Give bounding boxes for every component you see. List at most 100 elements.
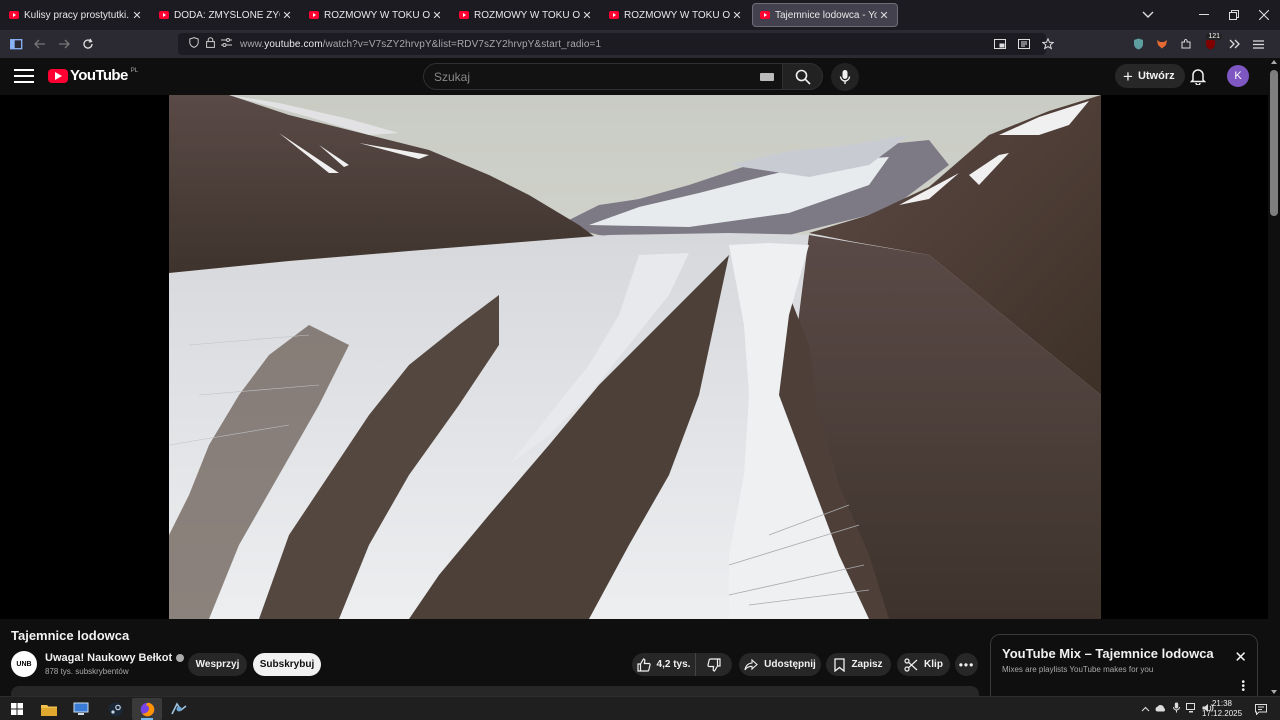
taskbar-clock[interactable]: 21:38 17.12.2025: [1202, 699, 1242, 719]
ublock-extension-icon[interactable]: 121: [1198, 32, 1222, 56]
microphone-tray-icon[interactable]: [1168, 702, 1184, 716]
fox-extension-icon[interactable]: [1150, 32, 1174, 56]
lock-icon[interactable]: [202, 37, 218, 51]
support-button[interactable]: Wesprzyj: [188, 653, 247, 676]
bookmark-icon: [834, 657, 846, 672]
browser-tab[interactable]: ROZMOWY W TOKU ODC. 2458 ✕: [602, 3, 750, 27]
reader-view-icon[interactable]: [1012, 32, 1036, 56]
app-icon[interactable]: [164, 698, 194, 720]
tab-close-icon[interactable]: ✕: [280, 9, 294, 22]
steam-icon[interactable]: [100, 698, 130, 720]
remote-desktop-icon[interactable]: [66, 698, 96, 720]
mix-subtitle: Mixes are playlists YouTube makes for yo…: [1002, 665, 1154, 674]
shield-extension-icon[interactable]: [1126, 32, 1150, 56]
browser-tab-active[interactable]: Tajemnice lodowca - YouTube ✕: [752, 3, 898, 27]
verified-badge-icon: [176, 654, 185, 662]
tab-close-icon[interactable]: ✕: [580, 9, 594, 22]
youtube-favicon-icon: [609, 11, 619, 19]
tab-close-icon[interactable]: ✕: [430, 9, 444, 22]
create-button[interactable]: + Utwórz: [1115, 64, 1185, 88]
youtube-favicon-icon: [159, 11, 169, 19]
clip-button[interactable]: Klip: [897, 653, 950, 676]
close-window-icon[interactable]: [1248, 0, 1280, 30]
windows-start-icon[interactable]: [2, 698, 32, 720]
scroll-down-arrow-icon[interactable]: [1271, 690, 1277, 694]
tab-title: Tajemnice lodowca - YouTube: [775, 9, 877, 21]
like-button[interactable]: 4,2 tys.: [632, 653, 696, 676]
browser-tab[interactable]: DODA: ZMYŚLONE ŻYCIE I KAR ✕: [152, 3, 300, 27]
share-label: Udostępnij: [764, 659, 816, 670]
page-scrollbar[interactable]: [1268, 58, 1280, 696]
close-mix-icon[interactable]: ✕: [1234, 648, 1247, 666]
save-button[interactable]: Zapisz: [826, 653, 891, 676]
mix-title: YouTube Mix – Tajemnice lodowca: [1002, 646, 1214, 661]
youtube-favicon-icon: [9, 11, 19, 19]
subscribe-button[interactable]: Subskrybuj: [253, 653, 321, 676]
tab-close-icon[interactable]: ✕: [877, 9, 891, 22]
overflow-chevrons-icon[interactable]: [1222, 32, 1246, 56]
extensions-puzzle-icon[interactable]: [1174, 32, 1198, 56]
browser-nav-bar: www.youtube.com/watch?v=V7sZY2hrvpY&list…: [0, 30, 1280, 58]
youtube-favicon-icon: [760, 11, 770, 19]
subscriber-count: 878 tys. subskrybentów: [45, 667, 129, 676]
channel-name-link[interactable]: Uwaga! Naukowy Bełkot: [45, 652, 185, 664]
reload-icon[interactable]: [76, 32, 100, 56]
clock-date: 17.12.2025: [1202, 709, 1243, 718]
notifications-bell-icon[interactable]: [1189, 67, 1208, 86]
search-button[interactable]: [783, 63, 823, 90]
notification-center-icon[interactable]: [1246, 698, 1276, 720]
save-label: Zapisz: [851, 659, 883, 670]
share-button[interactable]: Udostępnij: [739, 653, 821, 676]
youtube-logo[interactable]: YouTube PL: [48, 67, 138, 84]
clock-time: 21:38: [1211, 699, 1233, 708]
tab-list-chevron-down-icon[interactable]: [1132, 0, 1164, 30]
mix-menu-icon[interactable]: • • •: [1241, 678, 1245, 696]
keyboard-icon[interactable]: [760, 73, 774, 81]
network-icon[interactable]: [1184, 702, 1200, 716]
more-actions-button[interactable]: •••: [955, 653, 978, 676]
permissions-icon[interactable]: [218, 38, 234, 50]
browser-tab[interactable]: Kulisy pracy prostytutki. Cała p ✕: [2, 3, 150, 27]
youtube-favicon-icon: [309, 11, 319, 19]
file-explorer-icon[interactable]: [34, 698, 64, 720]
bookmark-star-icon[interactable]: [1036, 32, 1060, 56]
scroll-up-arrow-icon[interactable]: [1271, 60, 1277, 64]
voice-search-button[interactable]: [831, 63, 859, 91]
address-bar[interactable]: www.youtube.com/watch?v=V7sZY2hrvpY&list…: [178, 33, 1046, 55]
youtube-header: YouTube PL + Utwórz K: [0, 58, 1268, 95]
tab-title: ROZMOWY W TOKU ODC. 2457: [474, 9, 580, 21]
guide-menu-icon[interactable]: [14, 66, 34, 86]
picture-in-picture-icon[interactable]: [988, 32, 1012, 56]
onedrive-icon[interactable]: [1152, 704, 1168, 715]
channel-avatar[interactable]: UNB: [11, 651, 37, 677]
hamburger-menu-icon[interactable]: [1246, 32, 1270, 56]
restore-window-icon[interactable]: [1218, 0, 1250, 30]
dislike-button[interactable]: [696, 653, 732, 676]
browser-tab[interactable]: ROZMOWY W TOKU ODC. 2457 ✕: [302, 3, 450, 27]
create-label: Utwórz: [1137, 70, 1175, 82]
forward-arrow-icon[interactable]: [52, 32, 76, 56]
tracking-shield-icon[interactable]: [186, 37, 202, 51]
tab-title: ROZMOWY W TOKU ODC. 2457: [324, 9, 430, 21]
sidebar-toggle-icon[interactable]: [4, 32, 28, 56]
account-avatar[interactable]: K: [1227, 65, 1249, 87]
minimize-window-icon[interactable]: [1188, 0, 1220, 30]
description-box[interactable]: [11, 686, 979, 696]
tab-close-icon[interactable]: ✕: [730, 9, 744, 22]
toolbar-extensions: 121: [1126, 30, 1270, 58]
scrollbar-thumb[interactable]: [1270, 70, 1278, 216]
tray-overflow-chevron-up-icon[interactable]: [1138, 704, 1152, 715]
microphone-icon: [839, 70, 851, 84]
browser-tab[interactable]: ROZMOWY W TOKU ODC. 2457 ✕: [452, 3, 600, 27]
url-bar-actions: [988, 30, 1060, 58]
video-frame[interactable]: [169, 95, 1101, 619]
tab-close-icon[interactable]: ✕: [130, 9, 144, 22]
channel-name: Uwaga! Naukowy Bełkot: [45, 652, 173, 664]
video-player[interactable]: [0, 95, 1268, 619]
more-dots-icon: •••: [958, 657, 975, 672]
back-arrow-icon[interactable]: [28, 32, 52, 56]
thumbs-up-icon: [636, 657, 651, 672]
youtube-favicon-icon: [459, 11, 469, 19]
search-input[interactable]: [434, 69, 754, 84]
firefox-icon[interactable]: [132, 698, 162, 720]
